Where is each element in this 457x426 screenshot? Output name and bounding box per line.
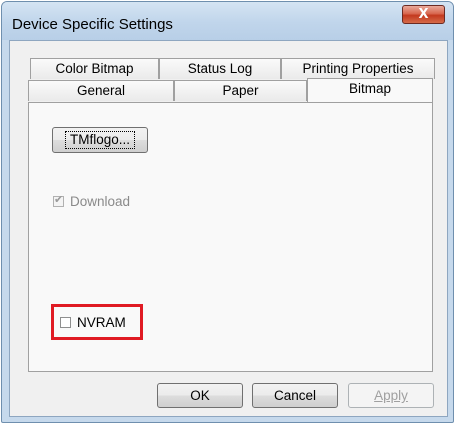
tab-label: General [76, 83, 126, 98]
logo-button-label: TMflogo... [64, 131, 136, 149]
tab-status-log[interactable]: Status Log [159, 58, 281, 79]
tab-paper[interactable]: Paper [174, 80, 307, 101]
download-checkbox[interactable]: ✔ [53, 193, 64, 207]
download-label: Download [70, 194, 131, 209]
window-title: Device Specific Settings [12, 16, 173, 33]
tab-label: Paper [222, 83, 259, 98]
tab-color-bitmap[interactable]: Color Bitmap [30, 58, 159, 79]
tab-general[interactable]: General [28, 80, 174, 101]
tab-bitmap[interactable]: Bitmap [307, 78, 433, 102]
checkmark-icon: ✔ [54, 193, 64, 206]
nvram-label: NVRAM [77, 315, 126, 330]
nvram-checkbox[interactable] [60, 317, 71, 328]
dialog-window: Device Specific Settings X Color Bitmap … [1, 1, 454, 423]
cancel-label: Cancel [273, 388, 317, 403]
apply-label: Apply [374, 388, 408, 403]
bitmap-tab-panel: TMflogo... ✔ Download NVRAM [28, 102, 433, 372]
tab-label: Color Bitmap [55, 61, 134, 76]
download-checkbox-row: ✔ Download [53, 193, 131, 209]
close-button[interactable]: X [402, 5, 445, 24]
tab-label: Bitmap [348, 81, 392, 96]
logo-button[interactable]: TMflogo... [52, 127, 148, 153]
cancel-button[interactable]: Cancel [252, 383, 338, 408]
title-bar[interactable]: Device Specific Settings X [2, 2, 453, 40]
apply-button[interactable]: Apply [348, 383, 434, 408]
ok-label: OK [190, 388, 210, 403]
tab-label: Status Log [187, 61, 253, 76]
tab-printing-properties[interactable]: Printing Properties [281, 58, 435, 79]
close-icon: X [418, 7, 429, 22]
tab-label: Printing Properties [302, 61, 414, 76]
dialog-client-area: Color Bitmap Status Log Printing Propert… [9, 40, 448, 417]
ok-button[interactable]: OK [157, 383, 243, 408]
nvram-checkbox-row[interactable]: NVRAM [60, 315, 126, 330]
